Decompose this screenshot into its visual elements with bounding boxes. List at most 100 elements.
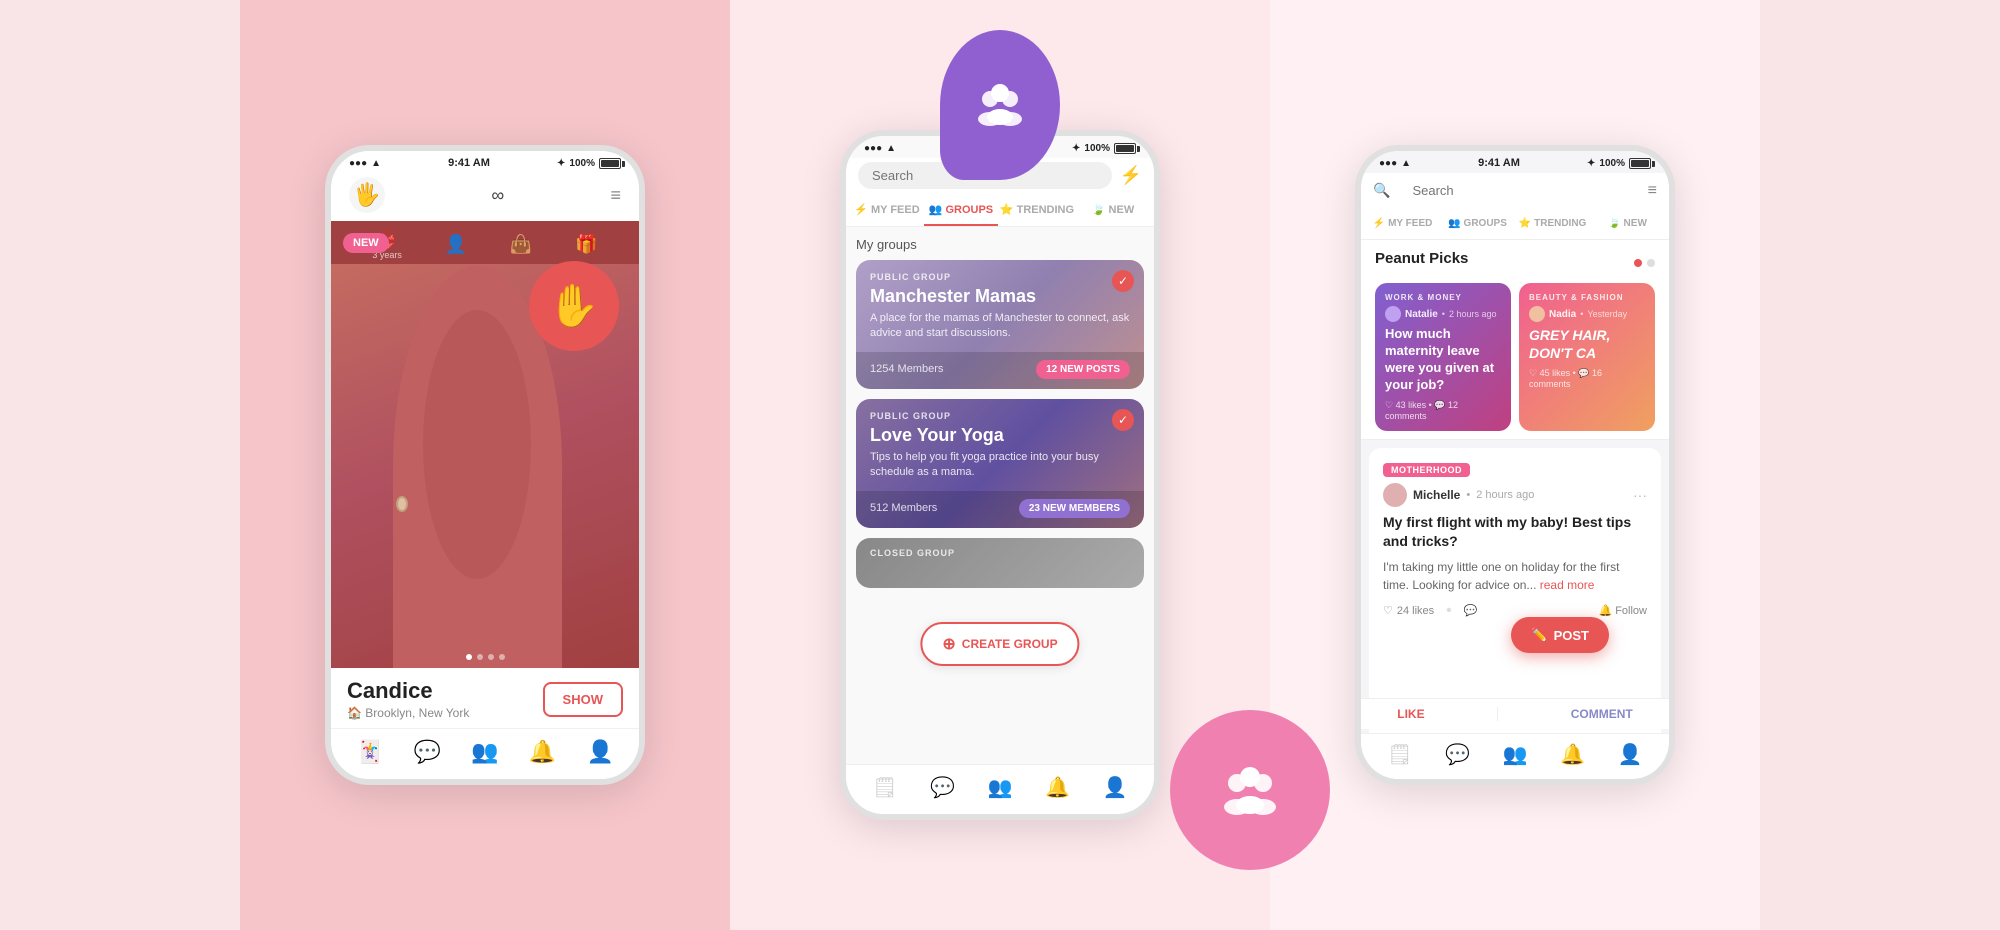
middle-column: ●●● ▲ 9:41 AM ✦ 100% ⚡ (730, 0, 1270, 930)
post-body: I'm taking my little one on holiday for … (1383, 558, 1647, 594)
group-desc-1: A place for the mamas of Manchester to c… (870, 311, 1130, 342)
pick-card-beauty[interactable]: BEAUTY & FASHION Nadia • Yesterday GREY … (1519, 283, 1655, 431)
pick-title-1: How much maternity leave were you given … (1385, 326, 1501, 394)
wave-hand-icon: ✋ (548, 282, 600, 331)
pick-card-work[interactable]: WORK & MONEY Natalie • 2 hours ago How m… (1375, 283, 1511, 431)
comment-button[interactable]: COMMENT (1571, 707, 1633, 721)
post-time-label: 2 hours ago (1476, 489, 1534, 501)
nav3-bell-icon[interactable]: 🔔 (1560, 742, 1585, 767)
search-input-3[interactable] (1398, 177, 1639, 204)
post-button[interactable]: ✏️ POST (1511, 617, 1609, 653)
left-column: MAYBE LATER ●●● ▲ 9:41 AM ✦ 100% (240, 0, 730, 930)
group-card-yoga[interactable]: ✓ PUBLIC GROUP Love Your Yoga Tips to he… (856, 399, 1144, 528)
like-action[interactable]: ♡ 24 likes (1383, 604, 1434, 617)
new3-icon: 🍃 (1608, 218, 1620, 229)
pink-circle-big (1170, 710, 1330, 870)
pick-user-1: Natalie (1405, 309, 1438, 320)
bluetooth-icon: ✦ (557, 158, 565, 169)
nav-bell-icon[interactable]: 🔔 (529, 739, 556, 765)
create-group-button[interactable]: ⊕ CREATE GROUP (920, 622, 1079, 666)
post-title: My first flight with my baby! Best tips … (1383, 513, 1647, 552)
pick-stats-2: ♡ 45 likes • 💬 16 comments (1529, 368, 1645, 389)
tab3-new[interactable]: 🍃 NEW (1590, 210, 1665, 239)
new-members-badge-2: 23 NEW MEMBERS (1019, 499, 1130, 518)
feed3-icon: ⚡ (1373, 218, 1385, 229)
comment-action[interactable]: 💬 (1464, 604, 1478, 617)
pick-time-label-2: Yesterday (1587, 309, 1627, 319)
image-dots (331, 654, 639, 660)
profile-name: Candice (347, 678, 469, 704)
pick-avatar-2 (1529, 306, 1545, 322)
nav3-chat-icon[interactable]: 💬 (1445, 742, 1470, 767)
tab-trending[interactable]: ⭐ TRENDING (998, 195, 1076, 226)
nav-people-icon[interactable]: 👥 (471, 739, 498, 765)
nav2-chat-icon[interactable]: 💬 (930, 775, 955, 800)
logo-icon: ∞ (491, 185, 504, 206)
nav-cards-icon[interactable]: 🃏 (356, 739, 383, 765)
group-members-2: 512 Members (870, 502, 937, 514)
tab3-trending[interactable]: ⭐ TRENDING (1515, 210, 1590, 239)
wave-circle[interactable]: ✋ (529, 261, 619, 351)
picks-title: Peanut Picks (1375, 250, 1468, 267)
post-time: • (1466, 489, 1470, 501)
profile-info: Candice 🏠 Brooklyn, New York SHOW (331, 668, 639, 728)
tab-groups[interactable]: 👥 GROUPS (924, 195, 998, 226)
nav-profile-icon[interactable]: 👤 (586, 739, 613, 765)
pick-category-2: BEAUTY & FASHION (1529, 293, 1645, 302)
battery-label: 100% (569, 158, 595, 169)
nav3-profile-icon[interactable]: 👤 (1618, 742, 1643, 767)
check-icon-1: ✓ (1112, 270, 1134, 292)
new-posts-badge-1: 12 NEW POSTS (1036, 360, 1130, 379)
battery-icon-3 (1629, 158, 1651, 169)
nav2-profile-icon[interactable]: 👤 (1103, 775, 1128, 800)
search-icon-3: 🔍 (1373, 182, 1390, 199)
group-type-3: CLOSED GROUP (870, 548, 1130, 558)
pick-stats-1: ♡ 43 likes • 💬 12 comments (1385, 400, 1501, 421)
nav2-home-icon[interactable]: 🗒 (872, 775, 897, 800)
post-options-icon[interactable]: ··· (1633, 487, 1647, 503)
tab-my-feed[interactable]: ⚡ MY FEED (850, 195, 924, 226)
pick-time-label-1: 2 hours ago (1449, 309, 1497, 319)
nav3-people-icon[interactable]: 👥 (1503, 742, 1528, 767)
signal-icon: ●●● (349, 158, 367, 169)
post-category-badge: MOTHERHOOD (1383, 463, 1470, 477)
picks-dot-active (1634, 259, 1642, 267)
time-3: 9:41 AM (1478, 157, 1520, 169)
app-container: MAYBE LATER ●●● ▲ 9:41 AM ✦ 100% (0, 0, 2000, 930)
group-icon-pink (1215, 755, 1285, 825)
nav3-home-icon[interactable]: 🗒 (1387, 742, 1412, 767)
battery-icon-2 (1114, 143, 1136, 154)
post-username: Michelle (1413, 488, 1460, 502)
filter-nav-icon[interactable]: ≡ (610, 185, 621, 206)
tab-new[interactable]: 🍃 NEW (1076, 195, 1150, 226)
pick-avatar-1 (1385, 306, 1401, 322)
signal-3: ●●● (1379, 158, 1397, 169)
show-button[interactable]: SHOW (543, 682, 623, 717)
battery-icon (599, 158, 621, 169)
group-card-closed[interactable]: CLOSED GROUP (856, 538, 1144, 588)
like-button[interactable]: LIKE (1397, 707, 1424, 721)
search-bar-3: 🔍 ≡ (1361, 173, 1669, 210)
bottom-nav-2: 🗒 💬 👥 🔔 👤 (846, 764, 1154, 814)
group-card-manchester[interactable]: ✓ PUBLIC GROUP Manchester Mamas A place … (856, 260, 1144, 389)
wifi-3: ▲ (1401, 158, 1411, 169)
wave-nav-icon[interactable]: 🖐 (349, 177, 385, 213)
nav-chat-icon[interactable]: 💬 (414, 739, 441, 765)
follow-button[interactable]: 🔔 Follow (1598, 604, 1647, 617)
nav2-groups-icon[interactable]: 👥 (988, 775, 1013, 800)
tabs-row-3: ⚡ MY FEED 👥 GROUPS ⭐ TRENDING 🍃 NEW (1361, 210, 1669, 240)
pick-title-2: GREY HAIR, DON'T CA (1529, 326, 1645, 362)
hero-area: NEW ✋ (331, 221, 639, 668)
read-more-link[interactable]: read more (1540, 578, 1595, 592)
signal-2: ●●● (864, 143, 882, 154)
filter-icon-2[interactable]: ⚡ (1120, 165, 1142, 186)
filter-icon-3[interactable]: ≡ (1648, 182, 1657, 200)
groups3-icon: 👥 (1448, 218, 1460, 229)
tabs-row-2: ⚡ MY FEED 👥 GROUPS ⭐ TRENDING 🍃 NEW (846, 195, 1154, 227)
nav2-bell-icon[interactable]: 🔔 (1045, 775, 1070, 800)
right-column: ●●● ▲ 9:41 AM ✦ 100% 🔍 ≡ (1270, 0, 1760, 930)
tab3-groups[interactable]: 👥 GROUPS (1440, 210, 1515, 239)
tab3-my-feed[interactable]: ⚡ MY FEED (1365, 210, 1440, 239)
phone-1: ●●● ▲ 9:41 AM ✦ 100% 🖐 ∞ ≡ (325, 145, 645, 785)
home-icon: 🏠 (347, 706, 362, 720)
